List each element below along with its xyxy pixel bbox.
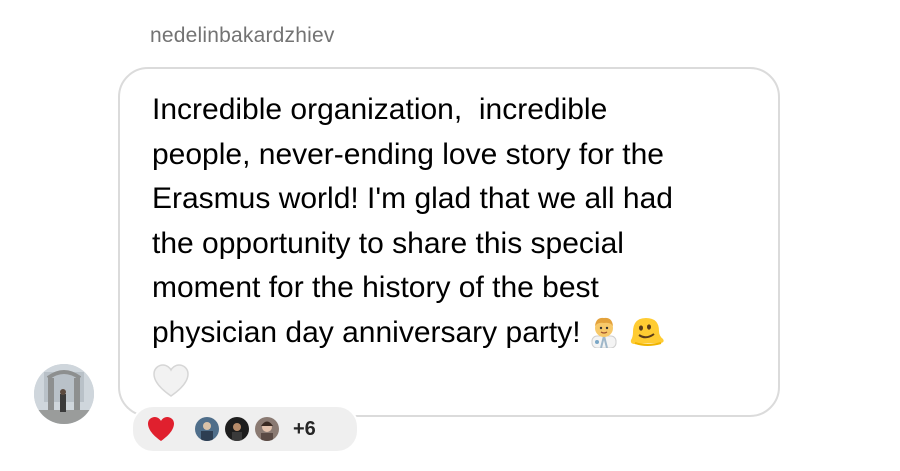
reactor-avatar bbox=[195, 417, 219, 441]
avatar-photo bbox=[34, 364, 94, 424]
man-health-worker-emoji bbox=[587, 314, 621, 362]
message-text: Incredible organization, incredible peop… bbox=[152, 88, 762, 412]
reactions-pill[interactable]: +6 bbox=[131, 405, 359, 453]
red-heart-icon bbox=[148, 417, 174, 441]
reactor-avatar bbox=[255, 417, 279, 441]
message-line: people, never-ending love story for the bbox=[152, 137, 664, 171]
melting-face-emoji bbox=[627, 314, 667, 362]
reactor-avatar bbox=[225, 417, 249, 441]
sender-avatar[interactable] bbox=[34, 364, 94, 424]
message-line: Incredible organization, incredible bbox=[152, 93, 608, 126]
more-reactions-count: +6 bbox=[293, 417, 316, 440]
message-line: the opportunity to share this special bbox=[152, 226, 624, 260]
message-line: moment for the history of the best bbox=[152, 271, 599, 304]
message-line: Erasmus world! I'm glad that we all had bbox=[152, 182, 673, 215]
message-line-emoji bbox=[152, 361, 762, 412]
message-line: physician day anniversary party! bbox=[152, 315, 581, 349]
sender-username[interactable]: nedelinbakardzhiev bbox=[150, 24, 335, 48]
message-line-last: physician day anniversary party! bbox=[152, 311, 762, 362]
message-thread: nedelinbakardzhiev Incredible organizati… bbox=[0, 0, 900, 471]
